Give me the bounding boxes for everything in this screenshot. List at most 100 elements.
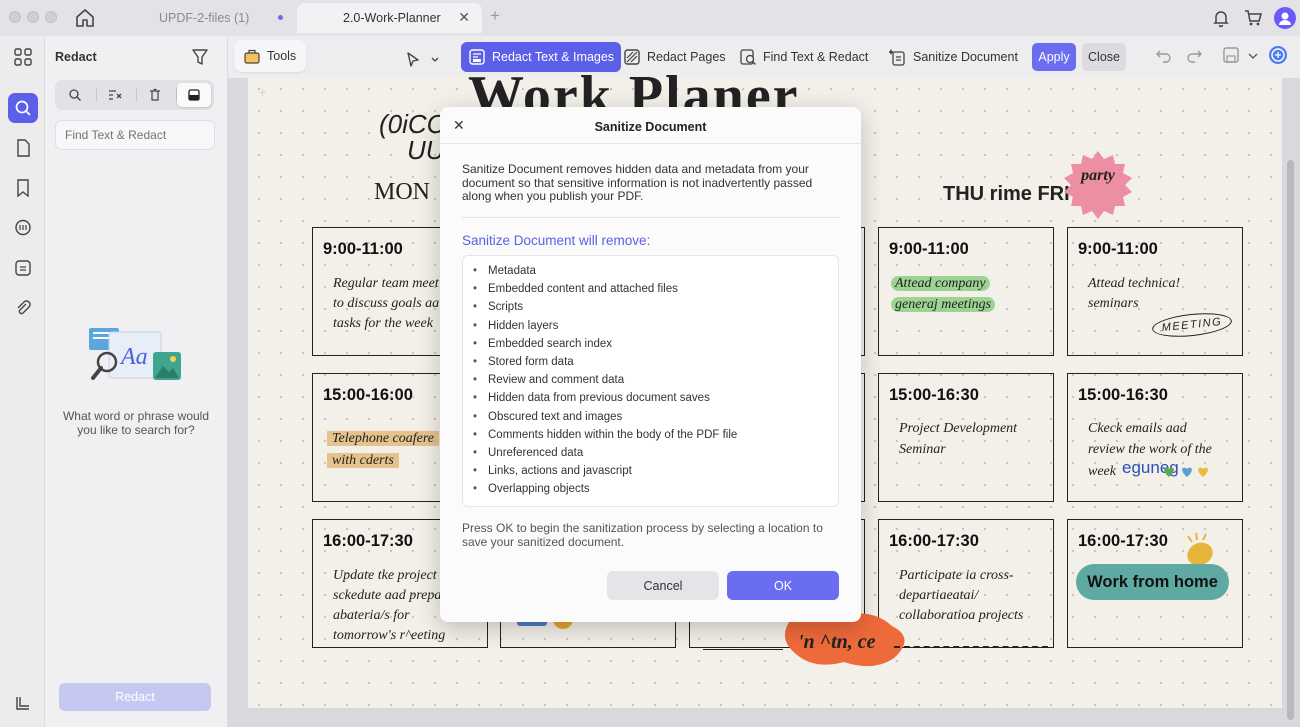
schedule-cell: 15:00-16:30 Project Development Seminar	[878, 373, 1054, 502]
close-dialog-icon[interactable]: ✕	[453, 117, 465, 134]
list-item: Hidden data from previous document saves	[473, 392, 838, 410]
select-tool-icon[interactable]	[404, 46, 440, 74]
work-from-home-badge: Work from home	[1076, 564, 1229, 600]
day-label-thu-fri: THU rime FRI	[943, 183, 1070, 205]
vertical-scrollbar[interactable]	[1287, 160, 1294, 720]
empty-state-message: What word or phrase would you like to se…	[62, 409, 210, 437]
list-item: Obscured text and images	[473, 411, 838, 429]
new-tab-icon[interactable]: +	[490, 6, 500, 26]
zoom-window-button[interactable]	[45, 11, 57, 23]
divider	[136, 88, 137, 102]
sanitize-document-button[interactable]: Sanitize Document	[882, 42, 1025, 72]
save-options-chevron-icon[interactable]	[1246, 46, 1264, 64]
list-item: Links, actions and javascript	[473, 465, 838, 483]
sanitize-document-dialog: Sanitize Document ✕ Sanitize Document re…	[440, 107, 861, 622]
divider	[462, 217, 839, 218]
sanitize-icon	[888, 48, 907, 66]
cell-time: 15:00-16:30	[1078, 386, 1168, 404]
cell-text: tomorrow's r^eeting	[333, 628, 446, 643]
tools-label: Tools	[267, 49, 297, 63]
filter-icon[interactable]	[191, 48, 209, 66]
cell-text: week	[1088, 464, 1116, 479]
apply-button[interactable]: Apply	[1032, 43, 1076, 71]
replace-mode-icon[interactable]	[98, 83, 132, 107]
scribble-text: (0iCC	[379, 109, 446, 139]
pages-icon[interactable]	[8, 133, 38, 163]
cell-time: 16:00-17:30	[323, 532, 413, 550]
cell-text: Seminar	[899, 442, 946, 457]
cell-text: with cderts	[327, 453, 399, 468]
divider	[96, 88, 97, 102]
close-button[interactable]: Close	[1082, 43, 1126, 71]
user-avatar[interactable]	[1274, 7, 1296, 29]
cell-time: 16:00-17:30	[889, 532, 979, 550]
unsaved-dot-icon	[278, 15, 283, 20]
cancel-button[interactable]: Cancel	[607, 571, 719, 600]
removal-items-list: Metadata Embedded content and attached f…	[462, 255, 839, 507]
cell-text: generaj meetings	[891, 297, 996, 312]
list-item: Embedded search index	[473, 338, 838, 356]
redo-icon[interactable]	[1186, 46, 1204, 64]
close-tab-icon[interactable]: ✕	[458, 9, 470, 26]
bookmark-icon[interactable]	[8, 173, 38, 203]
delete-mode-icon[interactable]	[138, 83, 172, 107]
schedule-cell: 15:00-16:30 Ckeck emails aad review the …	[1067, 373, 1243, 502]
schedule-cell: 9:00-11:00 Attead technica! seminars MEE…	[1067, 227, 1243, 356]
hearts-sticker-icon	[1164, 467, 1208, 477]
close-window-button[interactable]	[9, 11, 21, 23]
list-item: Overlapping objects	[473, 483, 838, 501]
schedule-cell: 16:00-17:30 Work from home	[1067, 519, 1243, 648]
cell-text: Participate ia cross-	[899, 568, 1014, 583]
sanitize-document-label: Sanitize Document	[913, 50, 1018, 64]
minimize-window-button[interactable]	[27, 11, 39, 23]
search-icon[interactable]	[8, 93, 38, 123]
cell-text: Ckeck emails aad	[1088, 421, 1187, 436]
thumbnails-icon[interactable]	[8, 42, 38, 72]
find-text-redact-label: Find Text & Redact	[763, 50, 869, 64]
cell-time: 15:00-16:00	[323, 386, 413, 404]
underline-decoration	[703, 649, 783, 650]
list-item: Unreferenced data	[473, 447, 838, 465]
redact-pages-label: Redact Pages	[647, 50, 726, 64]
paperclip-icon[interactable]	[8, 293, 38, 323]
ai-assistant-icon[interactable]	[1268, 45, 1288, 65]
dialog-footer-text: Press OK to begin the sanitization proce…	[462, 521, 823, 549]
cell-text: to discuss goals aa	[333, 296, 440, 311]
dialog-description: Sanitize Document removes hidden data an…	[462, 162, 813, 203]
search-mode-icon[interactable]	[58, 83, 92, 107]
undo-icon[interactable]	[1154, 46, 1172, 64]
dialog-subtitle: Sanitize Document will remove:	[462, 233, 651, 248]
list-item: Comments hidden within the body of the P…	[473, 429, 838, 447]
scribble-text: UU	[407, 135, 445, 165]
cell-text: abateria/s for	[333, 608, 410, 623]
bell-icon[interactable]	[1211, 8, 1231, 28]
layers-icon[interactable]	[8, 688, 38, 718]
comment-icon[interactable]	[8, 213, 38, 243]
redact-text-images-label: Redact Text & Images	[492, 50, 615, 64]
ok-button[interactable]: OK	[727, 571, 839, 600]
save-icon[interactable]	[1222, 46, 1240, 64]
cart-icon[interactable]	[1243, 8, 1263, 28]
toolbox-icon	[243, 47, 261, 65]
find-text-input[interactable]	[55, 120, 215, 150]
cell-text: Project Development	[899, 421, 1018, 436]
dialog-title: Sanitize Document	[594, 120, 707, 134]
tools-button[interactable]: Tools	[234, 40, 306, 72]
meeting-stamp: MEETING	[1151, 309, 1233, 341]
title-bar: UPDF-2-files (1) 2.0-Work-Planner ✕ +	[0, 0, 1300, 36]
party-label: party	[1079, 167, 1116, 184]
attachments-page-icon[interactable]	[8, 253, 38, 283]
cell-text: sckedute aad prepa	[333, 588, 442, 603]
redact-button[interactable]: Redact	[59, 683, 211, 711]
cell-time: 15:00-16:30	[889, 386, 979, 404]
home-icon[interactable]	[74, 7, 96, 29]
tab-updf-2-files[interactable]: UPDF-2-files (1)	[115, 3, 295, 33]
cell-text: seminars	[1088, 296, 1139, 311]
redact-mode-icon[interactable]	[177, 83, 211, 107]
tab-work-planner[interactable]: 2.0-Work-Planner ✕	[297, 3, 482, 33]
cell-text: Attead technica!	[1088, 276, 1181, 291]
redact-panel: Redact Aa	[45, 36, 228, 727]
tab-label: 2.0-Work-Planner	[343, 11, 441, 25]
party-sticker: party	[1063, 150, 1133, 220]
dialog-header: Sanitize Document ✕	[440, 107, 861, 144]
